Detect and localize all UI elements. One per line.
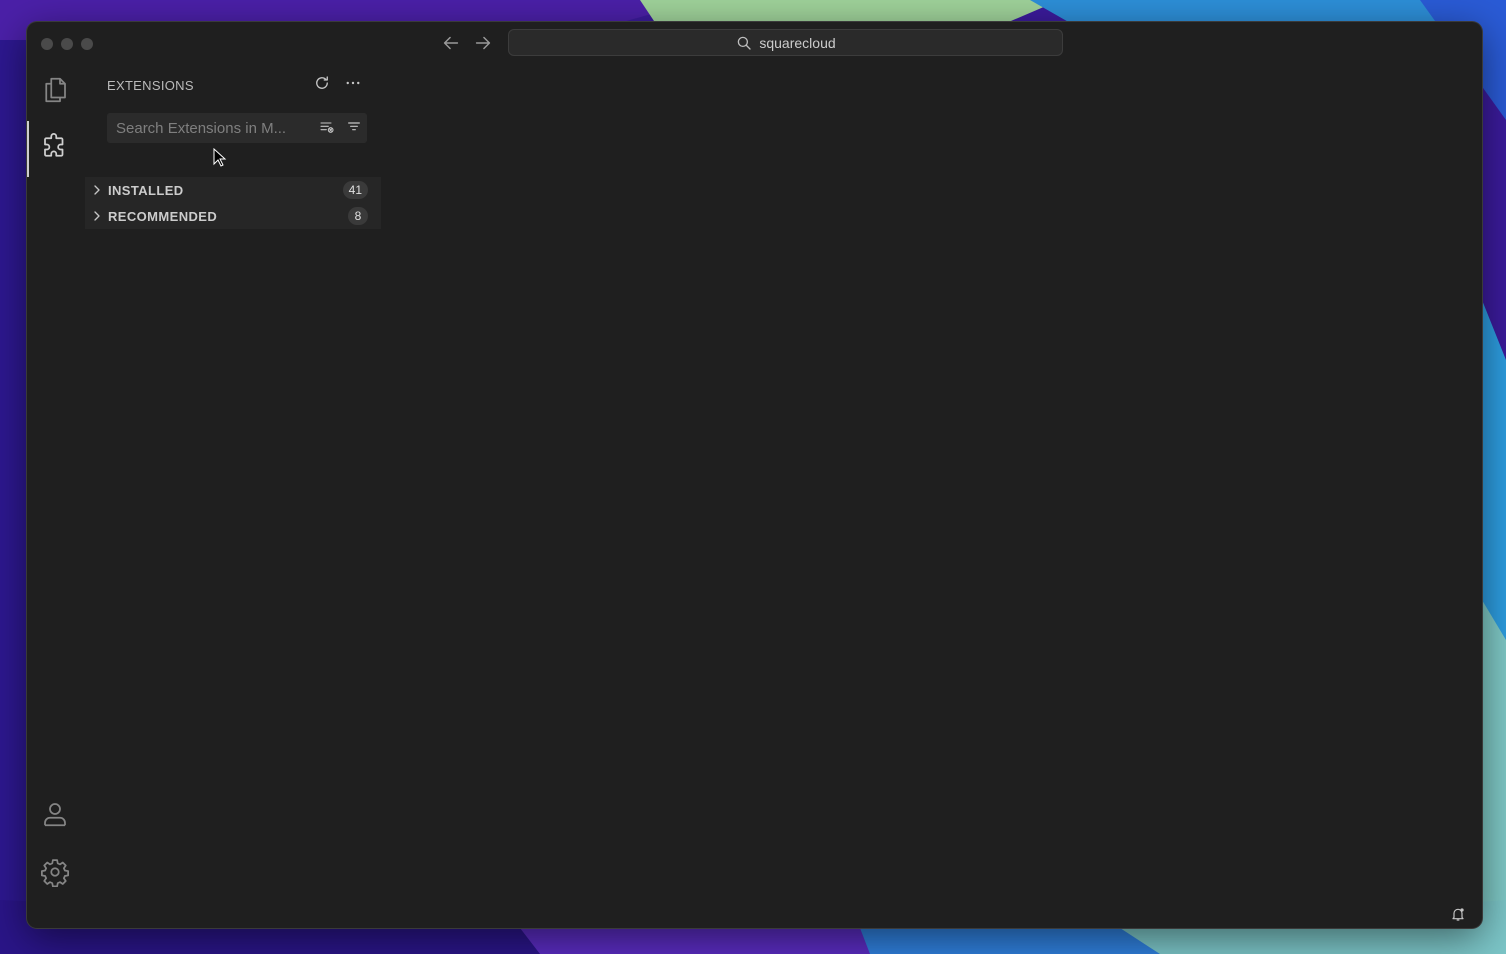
extensions-search-input[interactable] — [108, 114, 308, 142]
extensions-sidebar: EXTENSIONS Search Extensions in M... INS… — [83, 64, 381, 928]
section-label: INSTALLED — [108, 182, 184, 198]
more-icon — [344, 74, 362, 97]
close-window-button[interactable] — [41, 38, 53, 50]
extensions-search-box — [107, 113, 367, 143]
mouse-pointer-icon — [213, 147, 227, 168]
refresh-button[interactable] — [311, 74, 333, 96]
chevron-right-icon — [89, 182, 105, 198]
sidebar-title: EXTENSIONS — [107, 78, 194, 93]
zoom-window-button[interactable] — [81, 38, 93, 50]
count-badge: 41 — [342, 181, 368, 199]
more-actions-button[interactable] — [342, 74, 364, 96]
arrow-left-icon[interactable] — [440, 32, 462, 54]
activity-item-manage[interactable] — [27, 846, 83, 902]
command-center-search[interactable]: squarecloud — [508, 29, 1063, 56]
activity-item-explorer[interactable] — [27, 64, 83, 120]
activity-item-accounts[interactable] — [27, 788, 83, 844]
clear-filter-icon — [319, 119, 335, 140]
window-controls — [41, 38, 93, 50]
filter-icon — [346, 119, 362, 140]
section-label: RECOMMENDED — [108, 208, 218, 224]
command-center-text: squarecloud — [759, 34, 836, 51]
activity-bar — [27, 64, 83, 928]
refresh-icon — [313, 74, 331, 97]
section-installed[interactable]: INSTALLED 41 — [85, 177, 381, 203]
gear-icon — [40, 857, 70, 892]
filter-button[interactable] — [344, 119, 364, 139]
activity-item-extensions[interactable] — [27, 121, 83, 177]
arrow-right-icon[interactable] — [472, 32, 494, 54]
chevron-right-icon — [89, 208, 105, 224]
bell-icon[interactable] — [1450, 906, 1466, 922]
minimize-window-button[interactable] — [61, 38, 73, 50]
extensions-icon — [40, 132, 70, 167]
account-icon — [40, 799, 70, 834]
section-recommended[interactable]: RECOMMENDED 8 — [85, 203, 381, 229]
files-icon — [40, 75, 70, 110]
title-bar: squarecloud — [27, 22, 1482, 64]
count-badge: 8 — [348, 207, 368, 225]
clear-results-button[interactable] — [317, 119, 337, 139]
search-icon — [735, 34, 753, 52]
app-window: squarecloud EXTENSIONS Search Extensions… — [27, 22, 1482, 928]
